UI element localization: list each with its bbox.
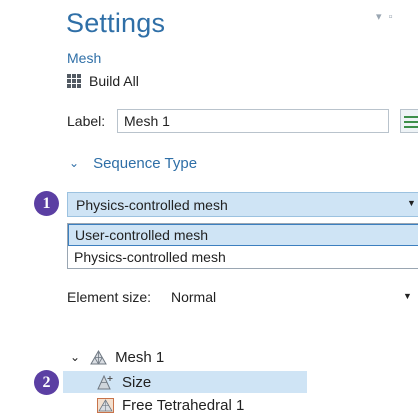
tree-item-label: Free Tetrahedral 1 bbox=[122, 396, 245, 414]
label-row: Label: Mesh 1 bbox=[67, 109, 389, 133]
element-size-value: Normal bbox=[171, 289, 217, 305]
label-caption: Label: bbox=[67, 113, 106, 129]
size-icon bbox=[97, 374, 113, 389]
option-physics-controlled[interactable]: Physics-controlled mesh bbox=[68, 246, 418, 268]
tree-item-label: Size bbox=[122, 373, 152, 391]
sequence-type-options: User-controlled mesh Physics-controlled … bbox=[67, 223, 418, 269]
free-tetrahedral-icon bbox=[97, 397, 114, 413]
tree-item-label: Mesh 1 bbox=[115, 348, 165, 366]
build-all-label: Build All bbox=[89, 73, 139, 89]
tree-item-mesh-1[interactable]: ⌄ Mesh 1 bbox=[70, 346, 164, 368]
sequence-type-value: Physics-controlled mesh bbox=[76, 196, 228, 213]
option-user-controlled[interactable]: User-controlled mesh bbox=[68, 224, 418, 246]
chevron-down-icon: ⌄ bbox=[69, 156, 80, 170]
step-badge-1: 1 bbox=[34, 191, 59, 216]
sequence-type-section[interactable]: ⌄ Sequence Type bbox=[69, 152, 197, 174]
element-size-select[interactable]: Normal ▼ bbox=[163, 285, 418, 309]
build-all-button[interactable]: Build All bbox=[67, 71, 139, 91]
mesh-icon bbox=[90, 349, 107, 364]
window-controls[interactable]: ▾ ▫ bbox=[376, 10, 394, 23]
sequence-type-select[interactable]: Physics-controlled mesh ▼ bbox=[67, 192, 418, 217]
panel-title: Settings bbox=[66, 8, 166, 38]
dropdown-arrow-icon: ▼ bbox=[407, 198, 416, 208]
section-title: Sequence Type bbox=[93, 154, 198, 172]
tree-item-free-tetrahedral-1[interactable]: Free Tetrahedral 1 bbox=[97, 394, 244, 416]
build-all-icon bbox=[67, 74, 81, 88]
element-size-row: Element size: Normal ▼ bbox=[67, 285, 418, 309]
step-badge-2: 2 bbox=[34, 370, 59, 395]
element-size-label: Element size: bbox=[67, 289, 152, 305]
tree-item-size[interactable]: Size bbox=[63, 371, 307, 393]
panel-subtitle: Mesh bbox=[67, 50, 102, 66]
dropdown-arrow-icon: ▼ bbox=[403, 291, 412, 301]
label-edit-icon[interactable] bbox=[400, 109, 418, 133]
label-input[interactable]: Mesh 1 bbox=[117, 109, 389, 133]
chevron-down-icon[interactable]: ⌄ bbox=[70, 350, 80, 364]
